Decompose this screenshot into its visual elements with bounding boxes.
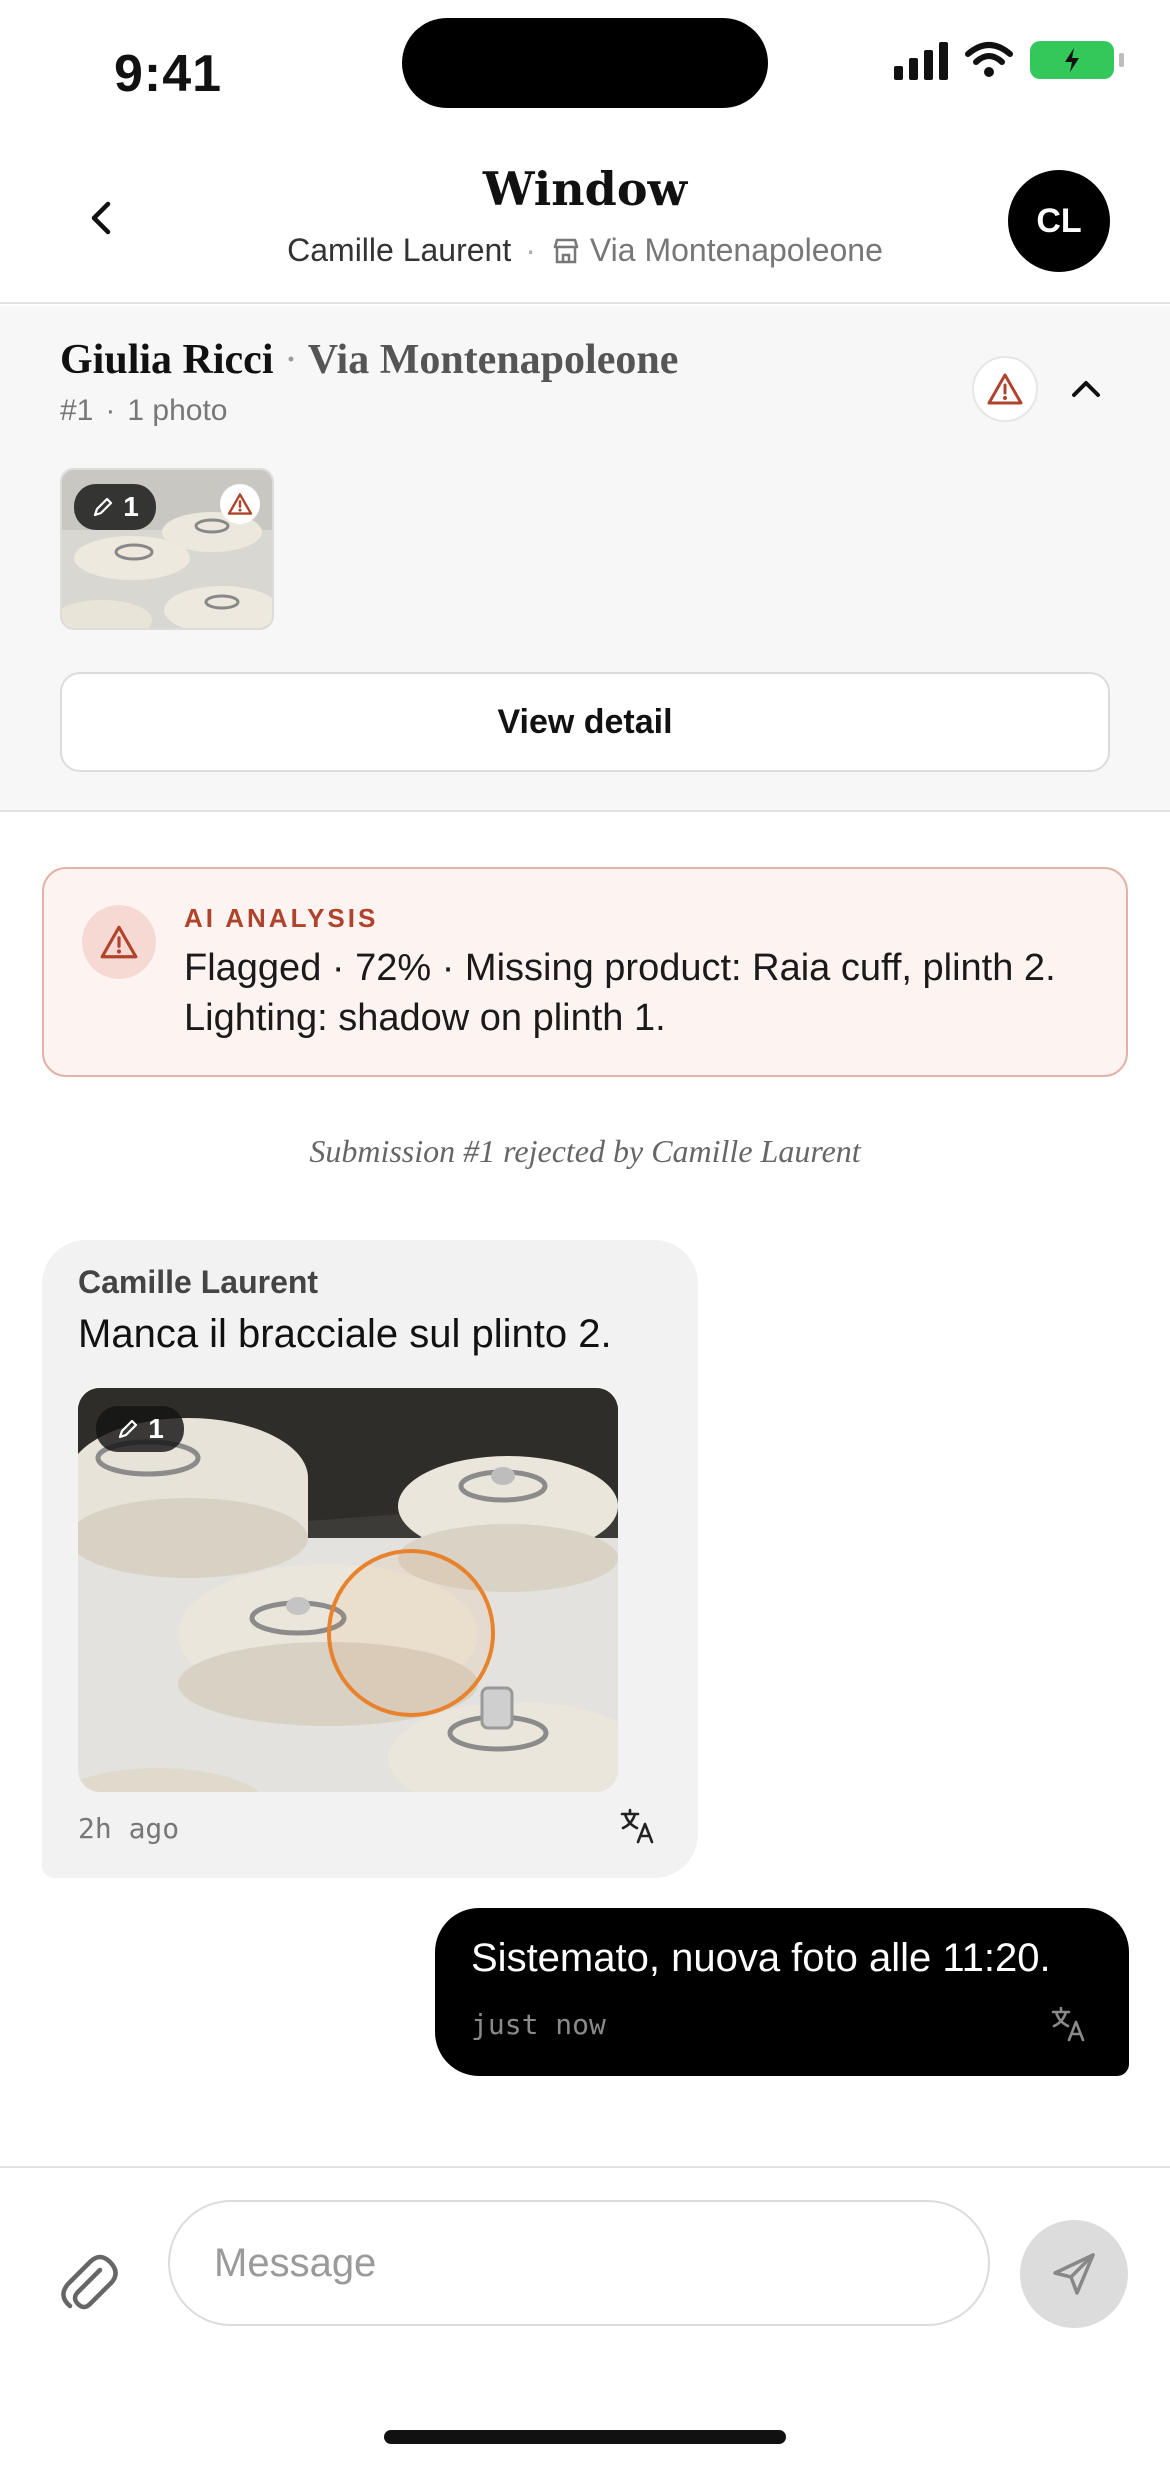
dynamic-island	[402, 18, 768, 108]
message-outgoing: Sistemato, nuova foto alle 11:20. just n…	[435, 1908, 1129, 2076]
wifi-icon	[965, 42, 1013, 77]
annotation-count: 1	[123, 491, 139, 522]
header-user: Camille Laurent	[287, 232, 512, 268]
translate-icon[interactable]	[1049, 2004, 1089, 2044]
submission-panel: Giulia Ricci · Via Montenapoleone #1 · 1…	[0, 306, 1170, 812]
status-bar: 9:41	[0, 0, 1170, 140]
message-text: Sistemato, nuova foto alle 11:20.	[471, 1936, 1051, 1980]
ai-analysis-card: AI ANALYSIS Flagged · 72% · Missing prod…	[42, 867, 1128, 1077]
system-note: Submission #1 rejected by Camille Lauren…	[309, 1133, 861, 1169]
avatar[interactable]: CL	[1008, 170, 1110, 272]
ai-warning	[82, 905, 156, 979]
ai-analysis-text: Flagged · 72% · Missing product: Raia cu…	[184, 947, 1056, 1039]
message-incoming: Camille Laurent Manca il bracciale sul p…	[42, 1240, 698, 1878]
send-button[interactable]	[1020, 2220, 1128, 2328]
title-separator: ·	[284, 337, 298, 383]
submitter-name: Giulia Ricci	[60, 337, 274, 383]
view-detail-button[interactable]: View detail	[60, 672, 1110, 772]
submission-place: Via Montenapoleone	[307, 337, 679, 383]
pencil-icon	[119, 1419, 138, 1439]
submission-thumbnail[interactable]: 1	[60, 468, 274, 630]
header-separator: ·	[525, 232, 536, 268]
warning-button[interactable]	[972, 356, 1038, 422]
status-time: 9:41	[114, 45, 223, 103]
paperclip-icon[interactable]	[54, 2248, 122, 2316]
warning-icon	[227, 493, 253, 515]
warning-icon	[100, 925, 138, 959]
message-text: Manca il bracciale sul plinto 2.	[78, 1312, 612, 1356]
message-time: just now	[471, 2008, 606, 2041]
message-input[interactable]	[168, 2200, 990, 2326]
send-icon	[1053, 2253, 1095, 2295]
message-time: 2h ago	[78, 1812, 180, 1845]
battery-icon	[1030, 41, 1124, 79]
signal-icon	[894, 40, 948, 80]
message-composer	[0, 2166, 1170, 2469]
translate-icon[interactable]	[618, 1806, 658, 1846]
chevron-up-icon[interactable]	[1066, 368, 1106, 408]
submission-title: Giulia Ricci · Via Montenapoleone	[60, 336, 678, 384]
chat-header: Window Camille Laurent · Via Montenapole…	[0, 140, 1170, 304]
header-location: Via Montenapoleone	[550, 232, 883, 269]
meta-separator: ·	[105, 394, 116, 427]
photo-count: 1 photo	[127, 394, 228, 427]
message-sender: Camille Laurent	[78, 1264, 319, 1300]
warning-icon	[987, 373, 1023, 405]
annotation-badge: 1	[74, 484, 156, 530]
home-indicator	[384, 2430, 786, 2444]
store-icon	[553, 238, 579, 263]
message-photo[interactable]: 1	[78, 1388, 618, 1792]
header-location-label: Via Montenapoleone	[589, 232, 883, 268]
page-title: Window	[482, 162, 688, 216]
thumbnail-warning	[220, 484, 260, 524]
annotation-badge: 1	[96, 1406, 184, 1452]
submission-number: #1	[60, 394, 94, 427]
pencil-icon	[94, 497, 113, 517]
header-subtitle: Camille Laurent · Via Montenapoleone	[0, 232, 1170, 269]
status-icons	[894, 40, 1124, 80]
annotation-count: 1	[148, 1413, 164, 1444]
submission-meta: #1 · 1 photo	[60, 394, 227, 428]
ai-analysis-label: AI ANALYSIS	[184, 903, 379, 933]
